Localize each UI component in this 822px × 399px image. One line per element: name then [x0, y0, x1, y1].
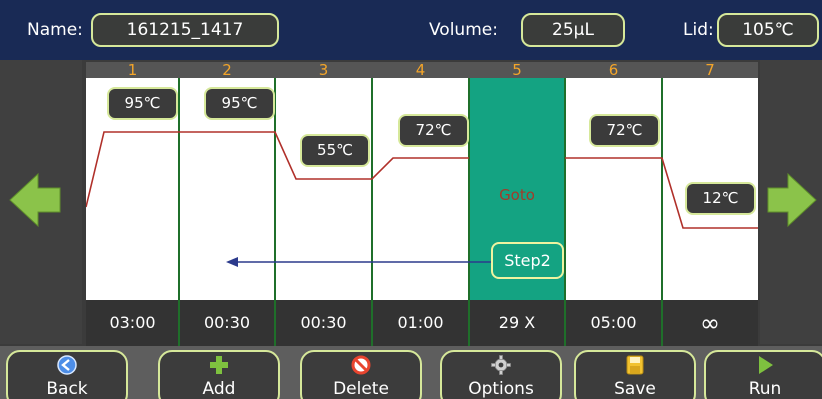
lid-field[interactable]: 105℃	[717, 13, 819, 47]
run-label: Run	[748, 379, 782, 399]
bottom-toolbar: Back Add Delete Options Save Run	[0, 346, 822, 399]
back-icon	[57, 355, 77, 375]
save-label: Save	[614, 379, 656, 399]
scroll-right-button[interactable]	[760, 60, 822, 344]
temp-badge-step-2[interactable]: 95℃	[204, 87, 275, 120]
volume-field[interactable]: 25µL	[521, 13, 625, 47]
options-button[interactable]: Options	[440, 350, 562, 399]
back-button[interactable]: Back	[6, 350, 128, 399]
header-bar: Name: 161215_1417 Volume: 25µL Lid: 105℃	[0, 0, 822, 60]
floppy-icon	[626, 355, 644, 375]
options-label: Options	[468, 379, 534, 399]
gear-icon	[491, 355, 511, 375]
step-time[interactable]: 00:30	[275, 300, 372, 346]
add-button[interactable]: Add	[158, 350, 280, 399]
steps-panel: 1 03:00 2 00:30 3 00:30 4 01:00 5 Goto 2…	[86, 62, 758, 346]
no-entry-icon	[351, 355, 371, 375]
play-icon	[759, 356, 773, 374]
step-time[interactable]: 03:00	[86, 300, 179, 346]
step-time[interactable]: 05:00	[565, 300, 662, 346]
step-time[interactable]: 01:00	[372, 300, 469, 346]
delete-label: Delete	[333, 379, 389, 399]
goto-repeat-count[interactable]: 29 X	[469, 300, 565, 346]
temperature-profile	[86, 131, 758, 267]
delete-button[interactable]: Delete	[300, 350, 422, 399]
hold-infinite-time[interactable]: ∞	[662, 300, 758, 346]
temp-badge-step-6[interactable]: 72℃	[589, 114, 660, 147]
arrow-left-icon	[9, 172, 61, 228]
save-button[interactable]: Save	[574, 350, 696, 399]
temp-badge-step-4[interactable]: 72℃	[398, 114, 469, 147]
name-label: Name:	[27, 20, 83, 40]
volume-label: Volume:	[429, 20, 498, 40]
goto-target-badge[interactable]: Step2	[491, 242, 564, 279]
goto-arrowhead	[226, 257, 238, 267]
scroll-left-button[interactable]	[0, 60, 82, 344]
temp-badge-step-3[interactable]: 55℃	[300, 134, 370, 167]
step-time[interactable]: 00:30	[179, 300, 275, 346]
temp-badge-step-1[interactable]: 95℃	[107, 87, 178, 120]
back-label: Back	[46, 379, 88, 399]
plus-icon	[210, 356, 228, 374]
arrow-right-icon	[767, 172, 817, 228]
temp-badge-step-7[interactable]: 12℃	[685, 182, 756, 215]
run-button[interactable]: Run	[704, 350, 822, 399]
add-label: Add	[202, 379, 236, 399]
lid-label: Lid:	[683, 20, 714, 40]
name-field[interactable]: 161215_1417	[91, 13, 279, 47]
